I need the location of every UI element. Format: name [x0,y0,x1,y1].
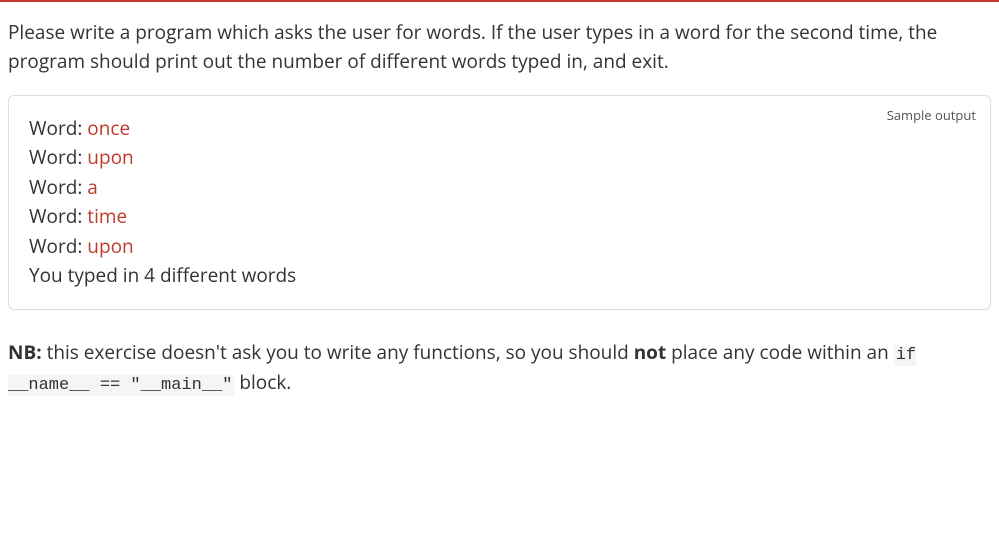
prompt-text: Word: [29,233,87,259]
sample-line: Word: time [29,202,970,231]
sample-line: Word: a [29,173,970,202]
exercise-description: Please write a program which asks the us… [8,18,991,75]
sample-output-label: Sample output [887,106,976,124]
exercise-container: Please write a program which asks the us… [0,0,999,407]
user-input-text: time [87,203,127,229]
sample-output-box: Sample output Word: once Word: upon Word… [8,95,991,310]
user-input-text: upon [87,144,133,170]
user-input-text: once [87,115,130,141]
user-input-text: a [87,174,98,200]
sample-line: Word: once [29,114,970,143]
note-text: this exercise doesn't ask you to write a… [42,339,634,365]
note-text: block. [234,369,291,395]
note-nb: NB: [8,339,42,365]
sample-line: Word: upon [29,143,970,172]
prompt-text: Word: [29,203,87,229]
exercise-note: NB: this exercise doesn't ask you to wri… [8,338,991,399]
sample-line: Word: upon [29,232,970,261]
note-text: place any code within an [666,339,894,365]
prompt-text: Word: [29,174,87,200]
prompt-text: Word: [29,144,87,170]
prompt-text: Word: [29,115,87,141]
sample-result-line: You typed in 4 different words [29,261,970,290]
user-input-text: upon [87,233,133,259]
note-not: not [634,339,667,365]
